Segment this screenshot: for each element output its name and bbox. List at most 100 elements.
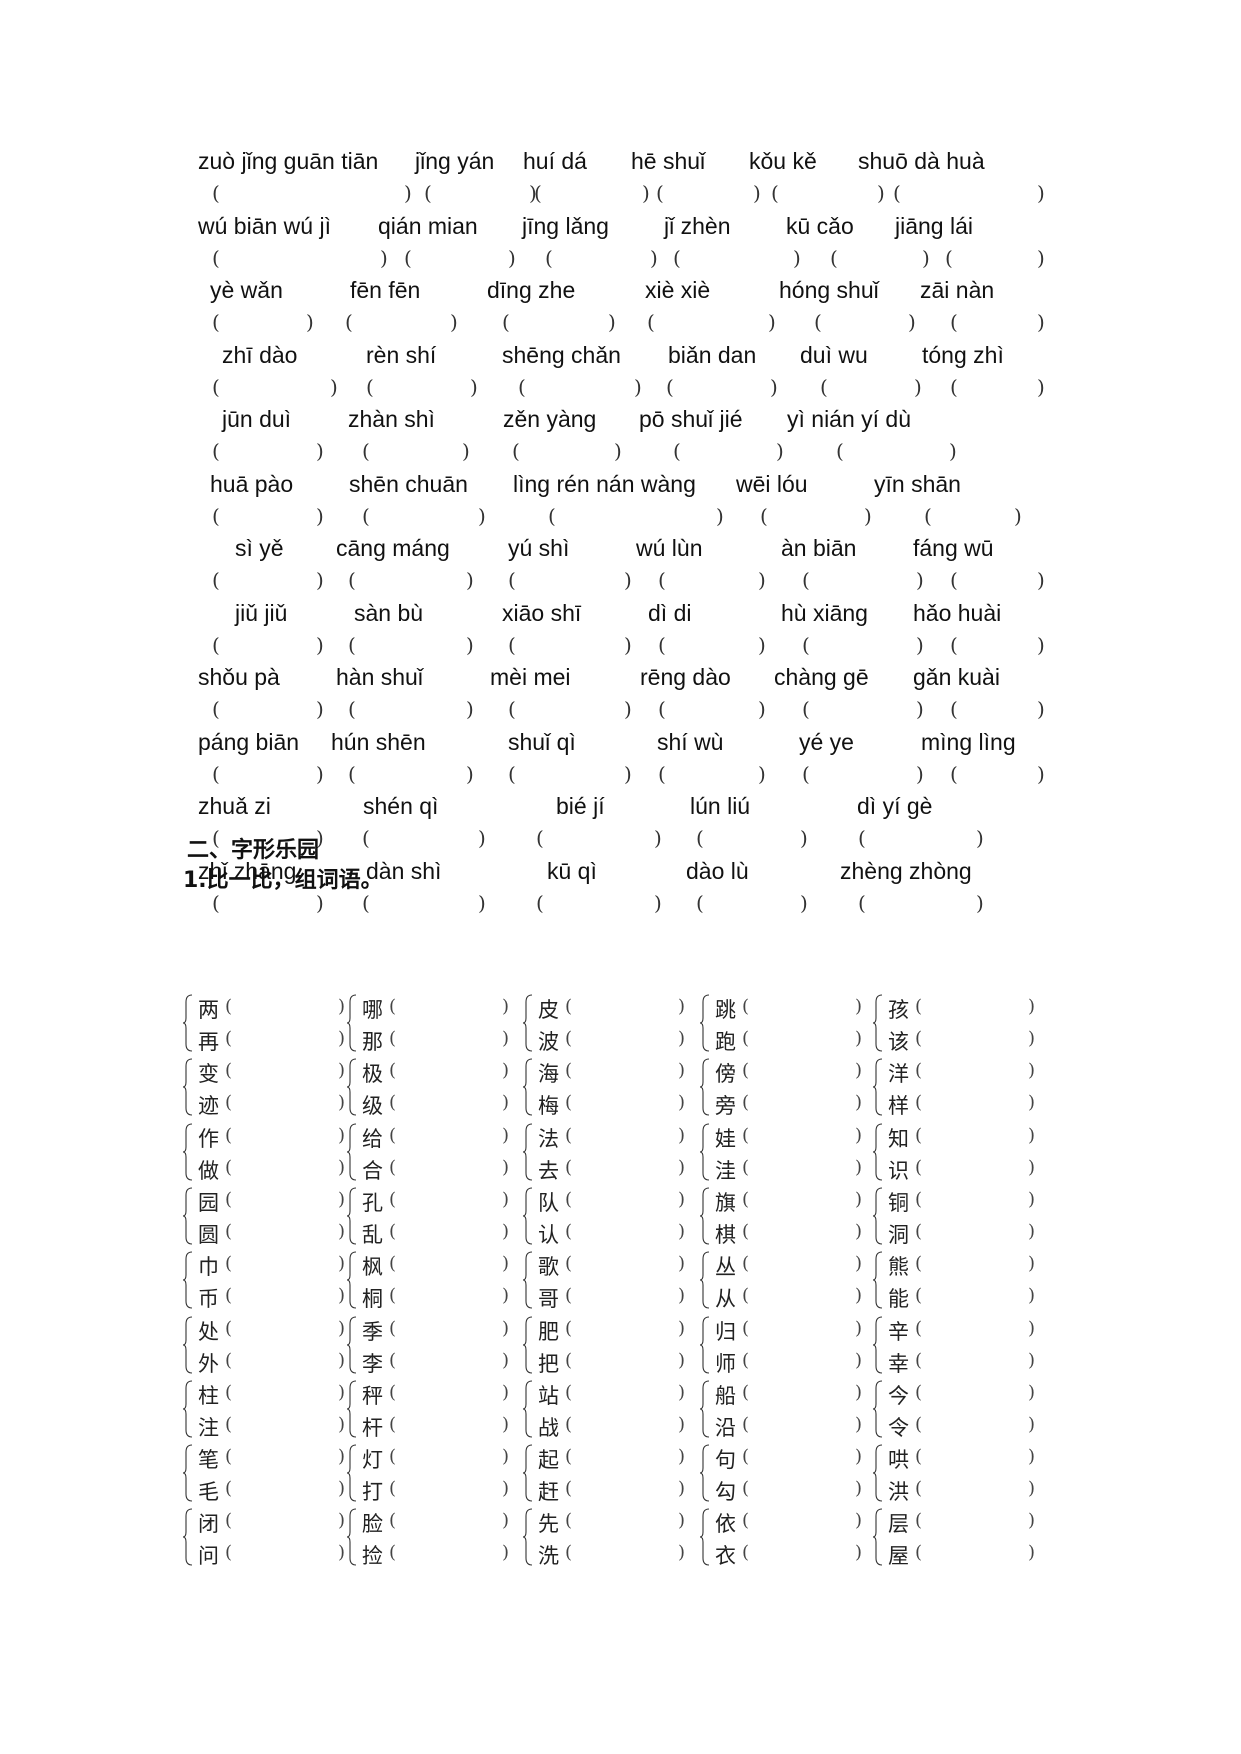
word-blank-close[interactable]: ) [1028, 1318, 1035, 1339]
answer-blank-open[interactable]: ( [212, 568, 220, 592]
answer-blank-open[interactable]: ( [348, 697, 356, 721]
answer-blank-close[interactable]: ) [470, 375, 478, 399]
answer-blank-close[interactable]: ) [654, 826, 662, 850]
answer-blank-open[interactable]: ( [534, 181, 542, 205]
answer-blank-close[interactable]: ) [624, 568, 632, 592]
word-blank-open[interactable]: ( [742, 1189, 749, 1210]
answer-blank-close[interactable]: ) [316, 504, 324, 528]
word-blank-close[interactable]: ) [855, 1189, 862, 1210]
word-blank-close[interactable]: ) [1028, 1446, 1035, 1467]
answer-blank-close[interactable]: ) [800, 826, 808, 850]
answer-blank-close[interactable]: ) [916, 633, 924, 657]
word-blank-close[interactable]: ) [678, 1092, 685, 1113]
word-blank-close[interactable]: ) [1028, 1221, 1035, 1242]
word-blank-open[interactable]: ( [389, 1414, 396, 1435]
answer-blank-close[interactable]: ) [614, 439, 622, 463]
word-blank-close[interactable]: ) [502, 1028, 509, 1049]
word-blank-open[interactable]: ( [389, 1478, 396, 1499]
word-blank-close[interactable]: ) [338, 1414, 345, 1435]
answer-blank-open[interactable]: ( [893, 181, 901, 205]
answer-blank-open[interactable]: ( [858, 891, 866, 915]
answer-blank-open[interactable]: ( [212, 697, 220, 721]
word-blank-close[interactable]: ) [338, 1285, 345, 1306]
answer-blank-open[interactable]: ( [536, 826, 544, 850]
answer-blank-close[interactable]: ) [922, 246, 930, 270]
word-blank-open[interactable]: ( [742, 1253, 749, 1274]
word-blank-close[interactable]: ) [1028, 996, 1035, 1017]
word-blank-open[interactable]: ( [565, 1125, 572, 1146]
word-blank-open[interactable]: ( [915, 1125, 922, 1146]
answer-blank-close[interactable]: ) [800, 891, 808, 915]
word-blank-open[interactable]: ( [389, 1510, 396, 1531]
answer-blank-close[interactable]: ) [949, 439, 957, 463]
answer-blank-open[interactable]: ( [950, 633, 958, 657]
word-blank-close[interactable]: ) [502, 1510, 509, 1531]
word-blank-close[interactable]: ) [1028, 1189, 1035, 1210]
word-blank-close[interactable]: ) [678, 1028, 685, 1049]
answer-blank-close[interactable]: ) [624, 762, 632, 786]
answer-blank-open[interactable]: ( [212, 246, 220, 270]
answer-blank-open[interactable]: ( [950, 310, 958, 334]
word-blank-close[interactable]: ) [855, 1318, 862, 1339]
answer-blank-open[interactable]: ( [348, 633, 356, 657]
answer-blank-close[interactable]: ) [450, 310, 458, 334]
answer-blank-close[interactable]: ) [914, 375, 922, 399]
word-blank-close[interactable]: ) [1028, 1382, 1035, 1403]
word-blank-open[interactable]: ( [915, 1414, 922, 1435]
answer-blank-close[interactable]: ) [758, 633, 766, 657]
word-blank-open[interactable]: ( [565, 1028, 572, 1049]
word-blank-close[interactable]: ) [678, 1542, 685, 1563]
word-blank-close[interactable]: ) [338, 1542, 345, 1563]
answer-blank-close[interactable]: ) [634, 375, 642, 399]
word-blank-close[interactable]: ) [338, 1253, 345, 1274]
answer-blank-open[interactable]: ( [536, 891, 544, 915]
word-blank-close[interactable]: ) [338, 1028, 345, 1049]
answer-blank-open[interactable]: ( [362, 891, 370, 915]
word-blank-open[interactable]: ( [565, 1542, 572, 1563]
answer-blank-open[interactable]: ( [950, 375, 958, 399]
word-blank-open[interactable]: ( [389, 1221, 396, 1242]
answer-blank-close[interactable]: ) [316, 762, 324, 786]
answer-blank-close[interactable]: ) [316, 891, 324, 915]
word-blank-open[interactable]: ( [742, 1060, 749, 1081]
word-blank-close[interactable]: ) [855, 1221, 862, 1242]
answer-blank-close[interactable]: ) [916, 697, 924, 721]
answer-blank-open[interactable]: ( [658, 633, 666, 657]
word-blank-open[interactable]: ( [915, 1285, 922, 1306]
word-blank-open[interactable]: ( [915, 1157, 922, 1178]
word-blank-open[interactable]: ( [742, 1542, 749, 1563]
answer-blank-close[interactable]: ) [864, 504, 872, 528]
word-blank-close[interactable]: ) [338, 1478, 345, 1499]
word-blank-open[interactable]: ( [225, 1510, 232, 1531]
answer-blank-open[interactable]: ( [924, 504, 932, 528]
word-blank-open[interactable]: ( [742, 1350, 749, 1371]
answer-blank-close[interactable]: ) [642, 181, 650, 205]
word-blank-open[interactable]: ( [389, 1125, 396, 1146]
answer-blank-close[interactable]: ) [650, 246, 658, 270]
word-blank-open[interactable]: ( [225, 1157, 232, 1178]
word-blank-open[interactable]: ( [915, 1060, 922, 1081]
word-blank-open[interactable]: ( [389, 1060, 396, 1081]
answer-blank-open[interactable]: ( [760, 504, 768, 528]
word-blank-open[interactable]: ( [389, 1350, 396, 1371]
word-blank-open[interactable]: ( [915, 1189, 922, 1210]
word-blank-close[interactable]: ) [502, 1350, 509, 1371]
word-blank-open[interactable]: ( [225, 1382, 232, 1403]
answer-blank-close[interactable]: ) [716, 504, 724, 528]
word-blank-close[interactable]: ) [338, 1189, 345, 1210]
word-blank-close[interactable]: ) [678, 1382, 685, 1403]
word-blank-open[interactable]: ( [389, 1542, 396, 1563]
answer-blank-close[interactable]: ) [758, 568, 766, 592]
answer-blank-open[interactable]: ( [212, 375, 220, 399]
word-blank-open[interactable]: ( [389, 1382, 396, 1403]
word-blank-open[interactable]: ( [565, 1189, 572, 1210]
word-blank-open[interactable]: ( [565, 1318, 572, 1339]
answer-blank-open[interactable]: ( [345, 310, 353, 334]
word-blank-open[interactable]: ( [389, 1285, 396, 1306]
answer-blank-open[interactable]: ( [212, 181, 220, 205]
word-blank-open[interactable]: ( [742, 1285, 749, 1306]
word-blank-close[interactable]: ) [502, 1221, 509, 1242]
answer-blank-close[interactable]: ) [1014, 504, 1022, 528]
word-blank-close[interactable]: ) [855, 1285, 862, 1306]
answer-blank-close[interactable]: ) [608, 310, 616, 334]
